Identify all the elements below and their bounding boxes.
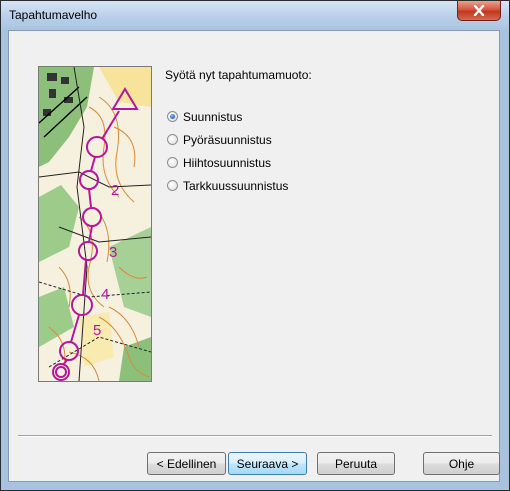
help-button[interactable]: Ohje bbox=[423, 452, 500, 475]
button-area-divider bbox=[18, 435, 492, 437]
cancel-button[interactable]: Peruuta bbox=[317, 452, 395, 475]
window-title: Tapahtumavelho bbox=[9, 8, 98, 22]
event-type-radio-group: Suunnistus Pyöräsuunnistus Hiihtosuunnis… bbox=[167, 105, 288, 197]
orienteering-map-image: 2 3 4 5 bbox=[38, 66, 152, 382]
wizard-client-area: 2 3 4 5 Syötä nyt tapahtumamuoto: Suunni… bbox=[8, 30, 500, 482]
control-number-3: 3 bbox=[109, 244, 117, 261]
radio-option-hiihtosuunnistus[interactable]: Hiihtosuunnistus bbox=[167, 151, 288, 174]
close-icon bbox=[473, 5, 485, 16]
radio-button[interactable] bbox=[167, 157, 178, 168]
control-number-4: 4 bbox=[101, 286, 109, 303]
radio-label[interactable]: Suunnistus bbox=[183, 110, 242, 124]
orienteering-map-graphic: 2 3 4 5 bbox=[39, 67, 151, 381]
next-button[interactable]: Seuraava > bbox=[228, 452, 307, 475]
control-number-2: 2 bbox=[111, 182, 119, 199]
radio-button[interactable] bbox=[167, 180, 178, 191]
radio-option-suunnistus[interactable]: Suunnistus bbox=[167, 105, 288, 128]
radio-button[interactable] bbox=[167, 134, 178, 145]
radio-label[interactable]: Hiihtosuunnistus bbox=[183, 156, 271, 170]
control-number-5: 5 bbox=[93, 322, 101, 339]
radio-button-checked[interactable] bbox=[167, 111, 178, 122]
radio-label[interactable]: Pyöräsuunnistus bbox=[183, 133, 272, 147]
close-button[interactable] bbox=[457, 1, 501, 21]
event-type-prompt: Syötä nyt tapahtumamuoto: bbox=[165, 68, 312, 82]
radio-option-pyorasuunnistus[interactable]: Pyöräsuunnistus bbox=[167, 128, 288, 151]
radio-label[interactable]: Tarkkuussuunnistus bbox=[183, 179, 288, 193]
back-button[interactable]: < Edellinen bbox=[147, 452, 226, 475]
radio-option-tarkkuussuunnistus[interactable]: Tarkkuussuunnistus bbox=[167, 174, 288, 197]
title-bar[interactable]: Tapahtumavelho bbox=[1, 1, 509, 31]
